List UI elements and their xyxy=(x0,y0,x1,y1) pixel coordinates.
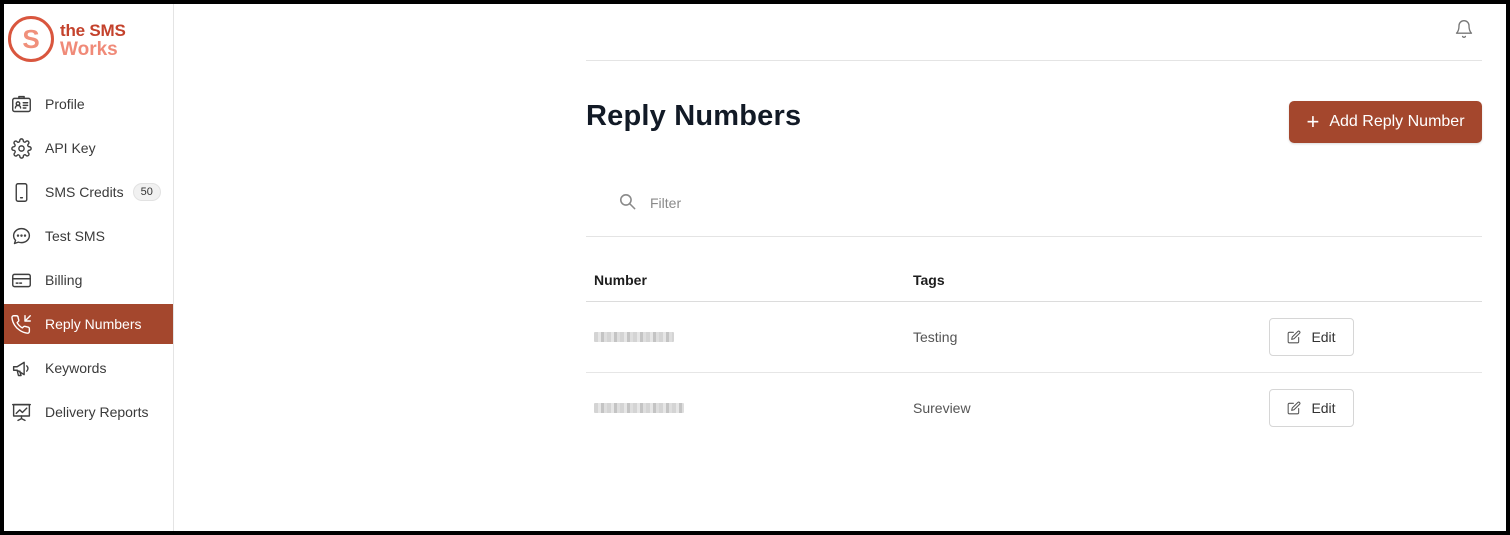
plus-icon: + xyxy=(1306,109,1320,134)
megaphone-icon xyxy=(10,357,32,379)
edit-button[interactable]: Edit xyxy=(1269,389,1354,427)
sidebar-item-keywords[interactable]: Keywords xyxy=(4,348,173,388)
edit-icon xyxy=(1288,401,1301,415)
bell-icon[interactable] xyxy=(1454,18,1476,40)
chart-icon xyxy=(10,401,32,423)
edit-label: Edit xyxy=(1311,400,1336,416)
gear-icon xyxy=(10,137,32,159)
edit-icon xyxy=(1288,330,1301,344)
sidebar-item-label: Test SMS xyxy=(45,228,105,244)
sidebar-item-label: SMS Credits xyxy=(45,184,124,200)
column-header-tags[interactable]: Tags xyxy=(913,272,945,288)
sidebar-item-delivery-reports[interactable]: Delivery Reports xyxy=(4,392,173,432)
edit-label: Edit xyxy=(1311,329,1336,345)
row-tag: Sureview xyxy=(913,400,971,416)
sidebar-item-profile[interactable]: Profile xyxy=(4,84,173,124)
credits-badge: 50 xyxy=(132,183,161,201)
filter-bar xyxy=(586,182,1482,237)
sidebar-item-test-sms[interactable]: Test SMS xyxy=(4,216,173,256)
sidebar-item-label: API Key xyxy=(45,140,96,156)
sidebar: S the SMS Works Profile API Key SMS Cred… xyxy=(4,4,174,531)
logo-text-line2: Works xyxy=(60,39,118,60)
table-row: Testing Edit xyxy=(586,302,1482,373)
header-divider xyxy=(586,60,1482,61)
sidebar-item-api-key[interactable]: API Key xyxy=(4,128,173,168)
app-window: S the SMS Works Profile API Key SMS Cred… xyxy=(4,4,1506,531)
sidebar-item-label: Reply Numbers xyxy=(45,316,142,332)
sidebar-item-label: Delivery Reports xyxy=(45,404,149,420)
column-header-number[interactable]: Number xyxy=(594,272,647,288)
phone-icon xyxy=(10,181,32,203)
table-header: Number Tags xyxy=(586,260,1482,302)
sidebar-item-label: Billing xyxy=(45,272,83,288)
redacted-number xyxy=(594,332,674,342)
sidebar-item-billing[interactable]: Billing xyxy=(4,260,173,300)
credit-card-icon xyxy=(10,269,32,291)
reply-numbers-table: Number Tags Testing Edit Sureview Edit xyxy=(586,260,1482,444)
phone-incoming-icon xyxy=(10,313,32,335)
logo-text-line1: the SMS xyxy=(60,21,126,40)
sidebar-item-reply-numbers[interactable]: Reply Numbers xyxy=(4,304,173,344)
brand-logo[interactable]: S the SMS Works xyxy=(8,16,148,66)
redacted-number xyxy=(594,403,684,413)
logo-mark: S xyxy=(8,16,54,62)
search-icon xyxy=(618,192,638,212)
row-tag: Testing xyxy=(913,329,958,345)
edit-button[interactable]: Edit xyxy=(1269,318,1354,356)
add-reply-number-label: Add Reply Number xyxy=(1329,113,1465,130)
add-reply-number-button[interactable]: + Add Reply Number xyxy=(1289,101,1482,143)
chat-bubble-icon xyxy=(10,225,32,247)
sidebar-item-sms-credits[interactable]: SMS Credits 50 xyxy=(4,172,173,212)
sidebar-item-label: Keywords xyxy=(45,360,107,376)
sidebar-nav: Profile API Key SMS Credits 50 Test SMS xyxy=(4,84,173,436)
page-title: Reply Numbers xyxy=(586,100,802,132)
filter-input[interactable] xyxy=(650,192,1050,214)
id-card-icon xyxy=(10,93,32,115)
table-row: Sureview Edit xyxy=(586,373,1482,444)
sidebar-item-label: Profile xyxy=(45,96,85,112)
